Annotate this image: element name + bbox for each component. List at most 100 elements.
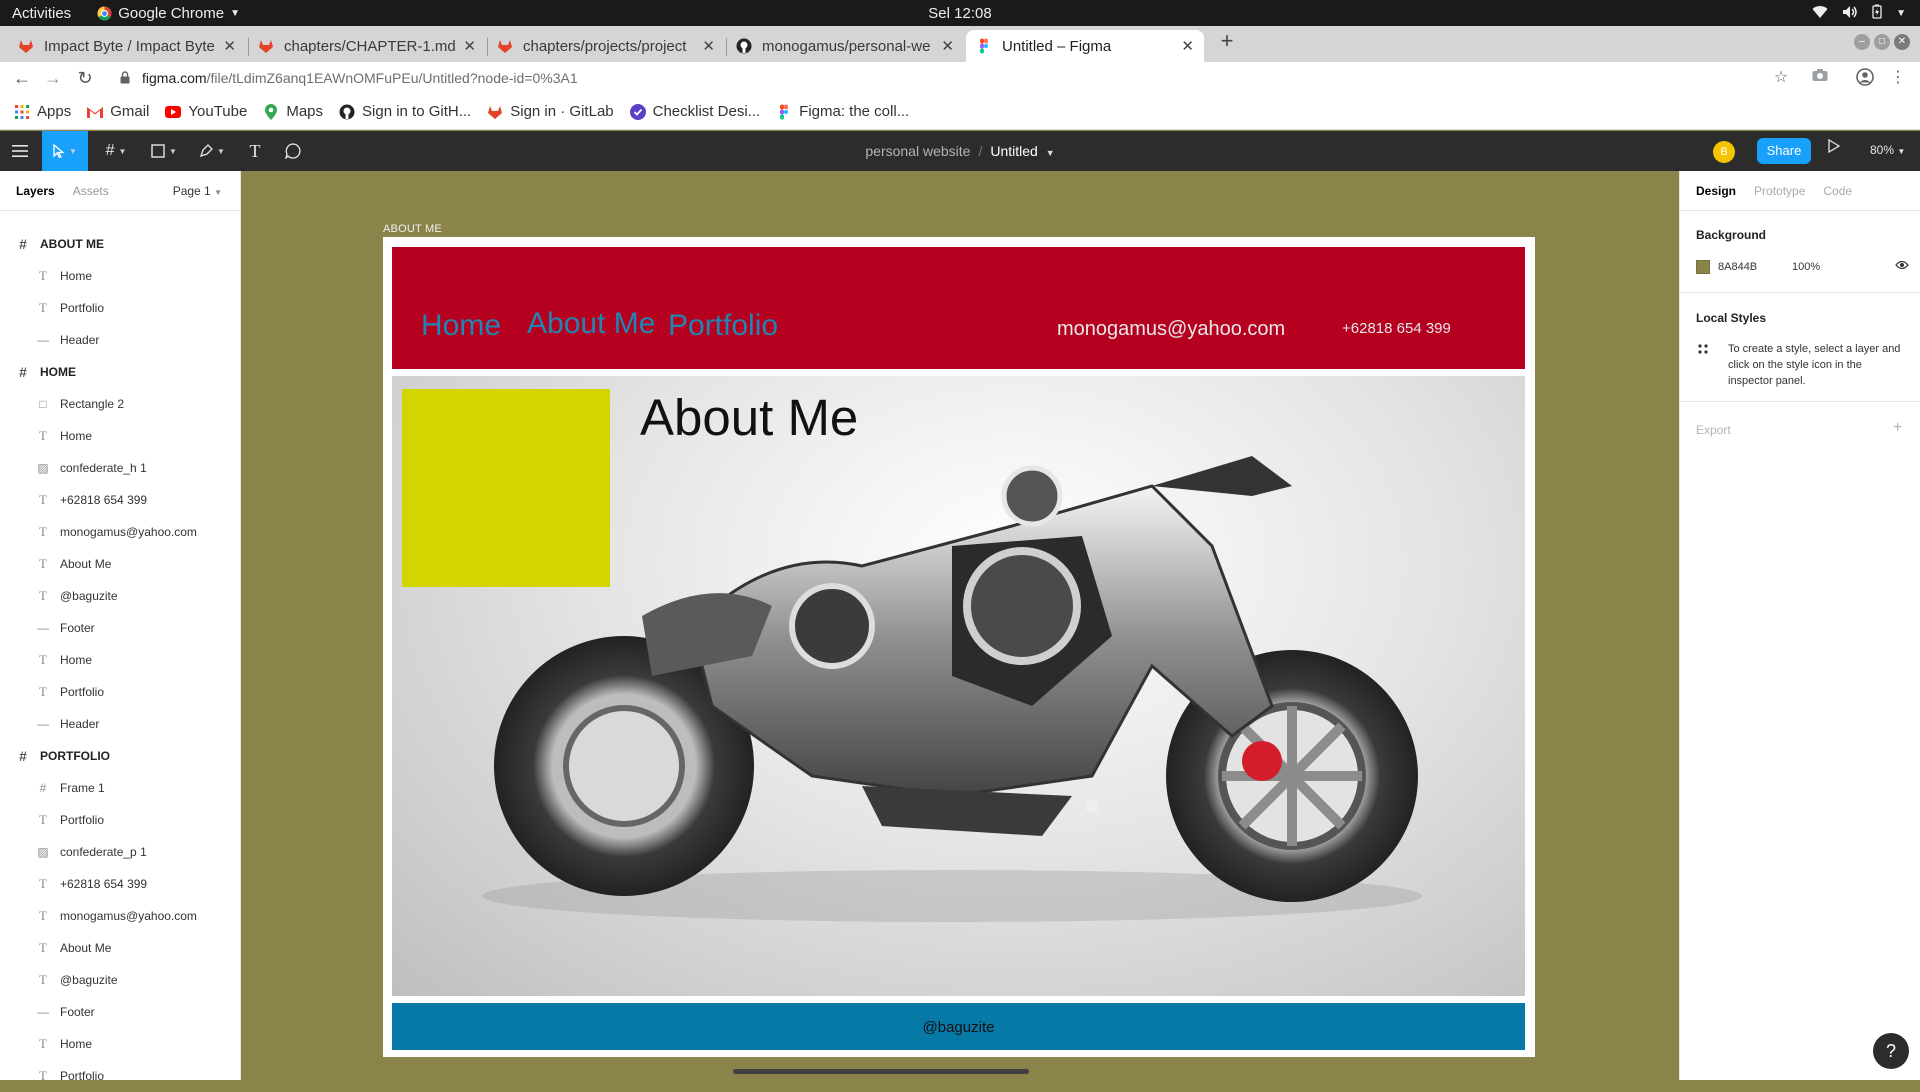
browser-tab[interactable]: chapters/projects/project ✕ (487, 30, 725, 62)
layer-row[interactable]: T Portfolio (0, 804, 240, 836)
browser-tab-active[interactable]: Untitled – Figma ✕ (966, 30, 1204, 62)
project-name[interactable]: personal website (865, 143, 970, 159)
address-bar[interactable]: figma.com/file/tLdimZ6anq1EAWnOMFuPEu/Un… (142, 70, 578, 86)
layer-row[interactable]: ▨ confederate_p 1 (0, 836, 240, 868)
close-tab-icon[interactable]: ✕ (702, 37, 715, 55)
profile-icon[interactable] (1855, 68, 1875, 88)
tab-code[interactable]: Code (1823, 184, 1852, 198)
layer-row[interactable]: ▨ confederate_h 1 (0, 452, 240, 484)
hero-title[interactable]: About Me (640, 388, 858, 447)
layer-row[interactable]: — Footer (0, 996, 240, 1028)
bookmark-checklist[interactable]: Checklist Desi... (629, 103, 760, 120)
layer-row[interactable]: T @baguzite (0, 964, 240, 996)
share-button[interactable]: Share (1757, 138, 1811, 164)
layer-row[interactable]: T +62818 654 399 (0, 868, 240, 900)
accent-rectangle[interactable] (402, 389, 610, 587)
app-menu[interactable]: Google Chrome ▼ (97, 5, 240, 22)
nav-home[interactable]: Home (421, 309, 501, 343)
help-button[interactable]: ? (1873, 1033, 1909, 1069)
layer-row[interactable]: T @baguzite (0, 580, 240, 612)
chevron-down-icon[interactable]: ▼ (1046, 148, 1055, 158)
close-tab-icon[interactable]: ✕ (1181, 37, 1194, 55)
bookmark-star-icon[interactable]: ☆ (1771, 68, 1791, 88)
system-tray[interactable]: ▼ (1812, 0, 1906, 26)
about-me-frame[interactable]: Home About Me Portfolio monogamus@yahoo.… (383, 237, 1535, 1057)
add-export-icon[interactable]: + (1893, 419, 1902, 437)
layer-row[interactable]: T Home (0, 644, 240, 676)
layer-row[interactable]: # Frame 1 (0, 772, 240, 804)
background-hex-input[interactable]: 8A844B (1718, 261, 1757, 273)
tab-prototype[interactable]: Prototype (1754, 184, 1805, 198)
close-window-icon[interactable]: ✕ (1894, 34, 1910, 50)
text-tool-icon[interactable]: T (240, 131, 270, 171)
site-header[interactable]: Home About Me Portfolio monogamus@yahoo.… (392, 247, 1525, 369)
more-menu-icon[interactable]: ⋮ (1888, 68, 1908, 88)
layer-row[interactable]: — Header (0, 708, 240, 740)
footer-handle[interactable]: @baguzite (392, 1019, 1525, 1036)
layer-frame-row[interactable]: # HOME (0, 356, 240, 388)
layer-row[interactable]: T Portfolio (0, 1060, 240, 1092)
nav-portfolio[interactable]: Portfolio (668, 309, 778, 343)
new-tab-button[interactable]: + (1215, 30, 1239, 54)
frame-label[interactable]: ABOUT ME (383, 223, 442, 235)
hero-image-confederate[interactable]: About Me (392, 376, 1525, 996)
zoom-level-dropdown[interactable]: 80% ▼ (1870, 143, 1905, 157)
maximize-window-icon[interactable]: □ (1874, 34, 1890, 50)
layer-row[interactable]: T Home (0, 420, 240, 452)
comment-tool-icon[interactable] (278, 131, 308, 171)
bookmark-youtube[interactable]: YouTube (165, 103, 247, 120)
layer-row[interactable]: Tmonogamus@yahoo.com (0, 900, 240, 932)
bookmark-gmail[interactable]: Gmail (87, 103, 149, 120)
layer-row[interactable]: — Header (0, 324, 240, 356)
layer-row[interactable]: T Home (0, 1028, 240, 1060)
close-tab-icon[interactable]: ✕ (223, 37, 236, 55)
layer-row[interactable]: — Footer (0, 612, 240, 644)
tab-design[interactable]: Design (1696, 184, 1736, 198)
tab-layers[interactable]: Layers (16, 184, 55, 198)
layer-row[interactable]: T Home (0, 260, 240, 292)
close-tab-icon[interactable]: ✕ (463, 37, 476, 55)
layer-row[interactable]: T Portfolio (0, 292, 240, 324)
browser-tab[interactable]: Impact Byte / Impact Byte ✕ (8, 30, 246, 62)
back-icon[interactable]: ← (10, 66, 34, 90)
present-play-icon[interactable] (1828, 138, 1841, 156)
horizontal-scrollbar[interactable] (733, 1069, 1029, 1074)
header-email[interactable]: monogamus@yahoo.com (1057, 318, 1285, 341)
file-name[interactable]: Untitled (990, 143, 1037, 159)
minimize-window-icon[interactable]: – (1854, 34, 1870, 50)
shape-tool-button[interactable]: ▼ (144, 131, 184, 171)
layer-row[interactable]: Tmonogamus@yahoo.com (0, 516, 240, 548)
frame-tool-button[interactable]: # ▼ (96, 131, 136, 171)
header-phone[interactable]: +62818 654 399 (1342, 320, 1451, 337)
eye-visibility-icon[interactable] (1895, 259, 1909, 273)
close-tab-icon[interactable]: ✕ (941, 37, 954, 55)
move-tool-button[interactable]: ▼ (42, 131, 88, 171)
background-opacity-input[interactable]: 100% (1792, 261, 1820, 273)
layer-row[interactable]: □ Rectangle 2 (0, 388, 240, 420)
site-footer[interactable]: @baguzite (392, 1003, 1525, 1050)
bookmark-figma[interactable]: Figma: the coll... (776, 103, 909, 120)
page-selector[interactable]: Page 1 ▼ (173, 184, 222, 198)
layer-frame-row[interactable]: # ABOUT ME (0, 228, 240, 260)
layer-row[interactable]: T +62818 654 399 (0, 484, 240, 516)
nav-about-me[interactable]: About Me (527, 307, 655, 341)
forward-icon[interactable]: → (41, 66, 65, 90)
layer-row[interactable]: T About Me (0, 932, 240, 964)
bookmark-apps[interactable]: Apps (14, 103, 71, 120)
reload-icon[interactable]: ↻ (73, 66, 97, 90)
user-avatar[interactable]: B (1713, 141, 1735, 163)
lock-icon[interactable] (120, 71, 130, 84)
pen-tool-button[interactable]: ▼ (192, 131, 232, 171)
layer-row[interactable]: T Portfolio (0, 676, 240, 708)
background-color-swatch[interactable] (1696, 260, 1710, 274)
activities-button[interactable]: Activities (12, 5, 71, 22)
tab-assets[interactable]: Assets (73, 184, 109, 198)
layer-row[interactable]: T About Me (0, 548, 240, 580)
layer-frame-row[interactable]: # PORTFOLIO (0, 740, 240, 772)
bookmark-gitlab[interactable]: Sign in · GitLab (487, 103, 614, 120)
bookmark-maps[interactable]: Maps (263, 103, 323, 120)
camera-icon[interactable] (1810, 68, 1830, 88)
browser-tab[interactable]: monogamus/personal-we ✕ (726, 30, 964, 62)
figma-canvas[interactable]: ABOUT ME Home About Me Portfolio monogam… (241, 171, 1679, 1080)
main-menu-icon[interactable] (0, 131, 40, 171)
